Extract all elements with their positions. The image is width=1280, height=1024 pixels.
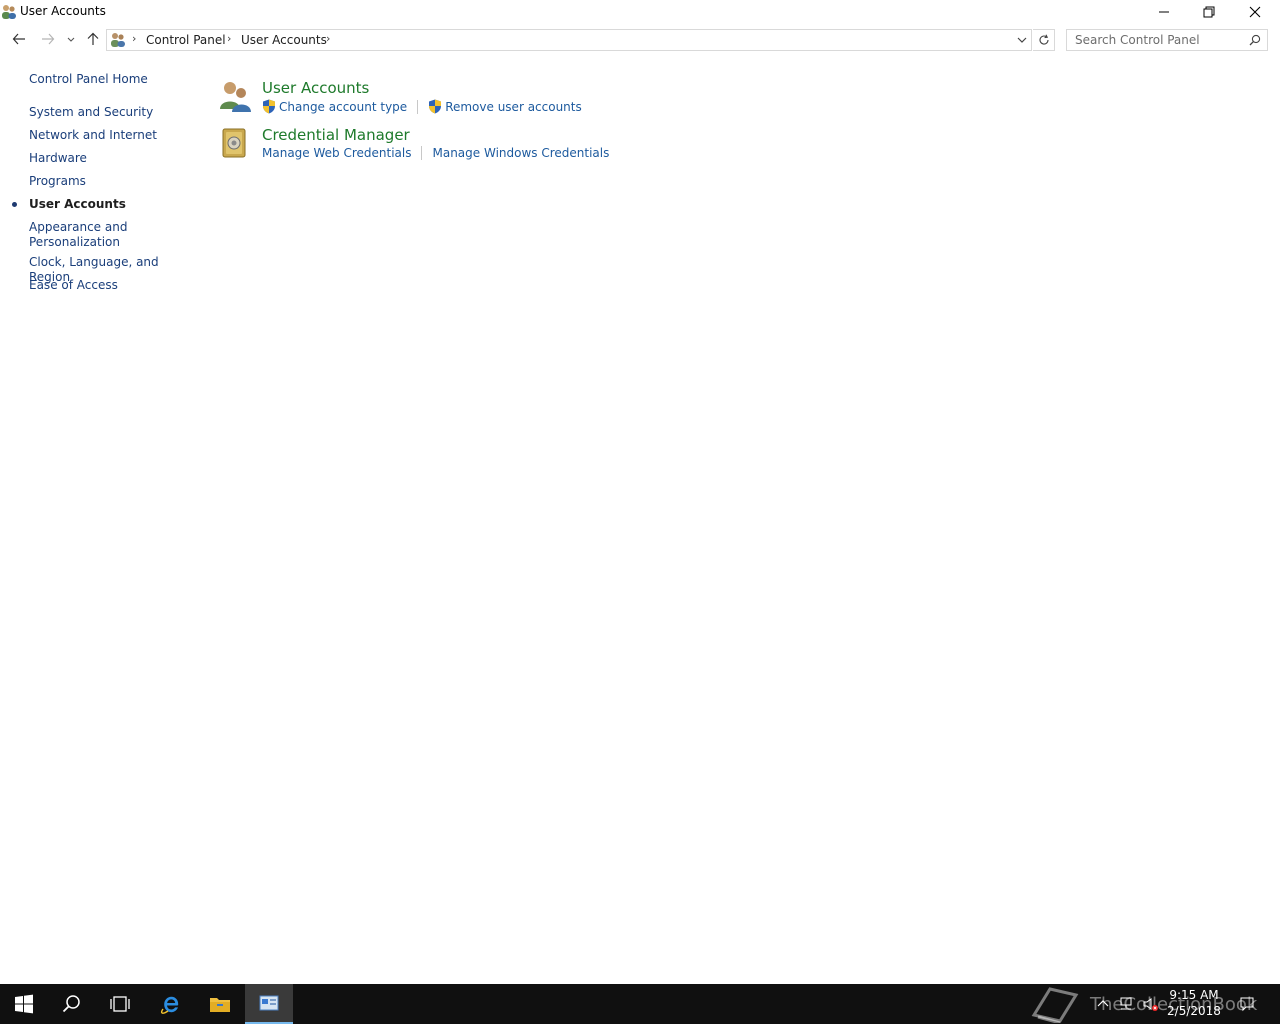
sidebar-item-hardware[interactable]: Hardware (29, 151, 194, 166)
chevron-down-icon (67, 37, 75, 42)
taskbar: TheCollectionBook 9:15 AM 2/5/2018 (0, 984, 1280, 1024)
manage-windows-credentials-label: Manage Windows Credentials (432, 146, 610, 160)
active-bullet-icon (12, 202, 17, 207)
clock-date: 2/5/2018 (1167, 1004, 1221, 1018)
credential-manager-icon[interactable] (218, 126, 252, 160)
manage-windows-credentials-link[interactable]: Manage Windows Credentials (432, 146, 609, 160)
credential-manager-task-links: Manage Web Credentials Manage Windows Cr… (262, 146, 609, 160)
start-button[interactable] (0, 984, 48, 1024)
chevron-right-icon[interactable]: › (326, 32, 330, 45)
close-icon (1249, 6, 1261, 18)
control-panel-taskbar-button[interactable] (245, 984, 293, 1024)
link-separator (417, 99, 419, 114)
chevron-right-icon[interactable]: › (227, 32, 231, 45)
book-logo-icon (1031, 987, 1079, 1023)
address-dropdown-icon[interactable] (1015, 33, 1029, 47)
volume-tray-button[interactable] (1140, 984, 1160, 1024)
taskbar-search-button[interactable] (48, 984, 96, 1024)
minimize-icon (1159, 11, 1169, 13)
clock-time: 9:15 AM (1169, 988, 1219, 1002)
windows-logo-icon (15, 994, 33, 1014)
back-button[interactable] (8, 26, 30, 52)
uac-shield-icon (263, 99, 275, 114)
task-view-button[interactable] (96, 984, 144, 1024)
user-accounts-icon[interactable] (218, 79, 252, 113)
network-icon (1120, 997, 1132, 1010)
credential-manager-heading-link[interactable]: Credential Manager (262, 126, 410, 144)
user-accounts-icon (111, 33, 125, 47)
chevron-up-icon (1097, 1000, 1109, 1007)
task-view-icon (110, 996, 130, 1012)
user-accounts-heading-link[interactable]: User Accounts (262, 79, 369, 97)
arrow-left-icon (12, 33, 25, 45)
title-bar: User Accounts (0, 0, 1280, 24)
up-button[interactable] (82, 26, 104, 52)
breadcrumb-user-accounts[interactable]: User Accounts (241, 33, 327, 47)
control-panel-home-link[interactable]: Control Panel Home (29, 72, 148, 86)
uac-shield-icon (429, 99, 442, 114)
show-hidden-icons-button[interactable] (1094, 984, 1112, 1024)
change-account-type-label: Change account type (279, 99, 408, 114)
link-separator (421, 146, 423, 160)
control-panel-icon (259, 995, 279, 1011)
user-accounts-task-links: Change account type Remove user accounts (262, 99, 582, 114)
sidebar-item-user-accounts: User Accounts (29, 197, 126, 211)
speaker-muted-icon (1143, 998, 1158, 1011)
folder-icon (210, 998, 230, 1012)
arrow-right-icon (42, 33, 55, 45)
restore-button[interactable] (1186, 0, 1232, 24)
internet-explorer-button[interactable] (147, 984, 195, 1024)
arrow-up-icon (87, 32, 99, 45)
manage-web-credentials-label: Manage Web Credentials (262, 146, 412, 160)
search-icon (62, 995, 80, 1013)
taskbar-clock[interactable]: 9:15 AM 2/5/2018 (1160, 987, 1228, 1019)
minimize-button[interactable] (1141, 0, 1187, 24)
search-icon[interactable] (1249, 34, 1261, 46)
restore-icon (1203, 6, 1215, 18)
internet-explorer-icon (160, 996, 179, 1014)
action-center-button[interactable] (1234, 984, 1260, 1024)
breadcrumb-control-panel[interactable]: Control Panel (146, 33, 226, 47)
manage-web-credentials-link[interactable]: Manage Web Credentials (262, 146, 411, 160)
remove-user-accounts-link[interactable]: Remove user accounts (428, 99, 582, 114)
search-box[interactable] (1066, 29, 1268, 51)
sidebar-item-network-and-internet[interactable]: Network and Internet (29, 128, 194, 143)
refresh-button[interactable] (1033, 29, 1055, 51)
sidebar-item-system-and-security[interactable]: System and Security (29, 105, 194, 120)
sidebar-item-appearance-and-personalization[interactable]: Appearance and Personalization (29, 220, 139, 250)
chevron-right-icon[interactable]: › (132, 32, 136, 45)
refresh-icon (1039, 34, 1049, 45)
recent-locations-button[interactable] (62, 26, 80, 52)
sidebar-item-ease-of-access[interactable]: Ease of Access (29, 278, 194, 293)
file-explorer-button[interactable] (196, 984, 244, 1024)
search-input[interactable] (1067, 30, 1247, 50)
address-bar[interactable]: › Control Panel › User Accounts › (106, 29, 1032, 51)
forward-button[interactable] (37, 26, 59, 52)
change-account-type-link[interactable]: Change account type (262, 99, 407, 114)
window-title: User Accounts (20, 4, 106, 18)
user-accounts-app-icon (2, 5, 16, 19)
remove-user-accounts-label: Remove user accounts (445, 99, 582, 114)
notification-icon (1240, 997, 1254, 1012)
close-button[interactable] (1232, 0, 1278, 24)
network-tray-button[interactable] (1116, 984, 1136, 1024)
navigation-bar: › Control Panel › User Accounts › (0, 26, 1280, 54)
sidebar-item-programs[interactable]: Programs (29, 174, 194, 189)
